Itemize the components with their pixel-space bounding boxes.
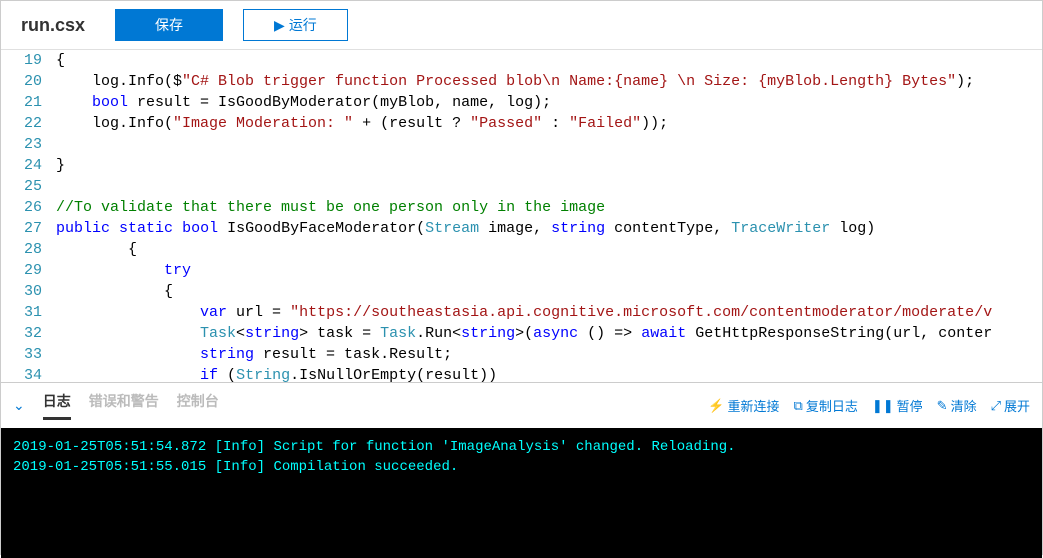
run-button-label: 运行	[289, 15, 317, 35]
tab-errors[interactable]: 错误和警告	[89, 391, 159, 420]
code-line[interactable]: log.Info("Image Moderation: " + (result …	[56, 113, 1042, 134]
code-line[interactable]: var url = "https://southeastasia.api.cog…	[56, 302, 1042, 323]
filename-label: run.csx	[21, 15, 85, 36]
line-number: 34	[1, 365, 42, 382]
line-number: 19	[1, 50, 42, 71]
code-line[interactable]: {	[56, 50, 1042, 71]
reconnect-action[interactable]: ⚡重新连接	[708, 396, 779, 415]
code-line[interactable]	[56, 134, 1042, 155]
line-number: 21	[1, 92, 42, 113]
line-number: 29	[1, 260, 42, 281]
code-editor[interactable]: 19202122232425262728293031323334 { log.I…	[1, 50, 1042, 382]
clear-icon: ✎	[937, 398, 948, 414]
code-line[interactable]: bool result = IsGoodByModerator(myBlob, …	[56, 92, 1042, 113]
tab-console[interactable]: 控制台	[177, 391, 219, 420]
code-line[interactable]: Task<string> task = Task.Run<string>(asy…	[56, 323, 1042, 344]
code-line[interactable]: //To validate that there must be one per…	[56, 197, 1042, 218]
chevron-down-icon[interactable]: ⌄	[13, 397, 25, 414]
bottom-panel: ⌄ 日志 错误和警告 控制台 ⚡重新连接 ⧉复制日志 ❚❚暂停 ✎清除 ⤢展开 …	[1, 382, 1042, 558]
line-number: 31	[1, 302, 42, 323]
expand-label: 展开	[1004, 396, 1030, 415]
clear-label: 清除	[951, 396, 977, 415]
clear-action[interactable]: ✎清除	[937, 396, 977, 415]
copy-logs-action[interactable]: ⧉复制日志	[794, 396, 858, 415]
code-line[interactable]: if (String.IsNullOrEmpty(result))	[56, 365, 1042, 382]
expand-action[interactable]: ⤢展开	[991, 396, 1030, 415]
panel-actions: ⚡重新连接 ⧉复制日志 ❚❚暂停 ✎清除 ⤢展开	[708, 396, 1030, 415]
line-number: 32	[1, 323, 42, 344]
code-line[interactable]: try	[56, 260, 1042, 281]
line-number: 27	[1, 218, 42, 239]
line-number: 30	[1, 281, 42, 302]
pause-action[interactable]: ❚❚暂停	[872, 396, 923, 415]
copy-label: 复制日志	[806, 396, 858, 415]
code-area[interactable]: { log.Info($"C# Blob trigger function Pr…	[56, 50, 1042, 382]
pause-label: 暂停	[897, 396, 923, 415]
editor-toolbar: run.csx 保存 ▶运行	[1, 1, 1042, 50]
run-button[interactable]: ▶运行	[243, 9, 348, 41]
line-number: 23	[1, 134, 42, 155]
panel-tabs: 日志 错误和警告 控制台	[43, 391, 219, 420]
play-icon: ▶	[274, 17, 285, 34]
code-line[interactable]: {	[56, 281, 1042, 302]
copy-icon: ⧉	[794, 398, 803, 414]
code-line[interactable]: public static bool IsGoodByFaceModerator…	[56, 218, 1042, 239]
line-number: 33	[1, 344, 42, 365]
pause-icon: ❚❚	[872, 398, 894, 414]
code-line[interactable]: {	[56, 239, 1042, 260]
expand-icon: ⤢	[991, 398, 1001, 414]
line-number: 25	[1, 176, 42, 197]
tab-logs[interactable]: 日志	[43, 391, 71, 420]
line-number: 22	[1, 113, 42, 134]
code-line[interactable]: }	[56, 155, 1042, 176]
code-line[interactable]	[56, 176, 1042, 197]
plug-icon: ⚡	[708, 398, 724, 414]
log-console[interactable]: 2019-01-25T05:51:54.872 [Info] Script fo…	[1, 428, 1042, 558]
save-button[interactable]: 保存	[115, 9, 223, 41]
reconnect-label: 重新连接	[728, 396, 780, 415]
line-number: 28	[1, 239, 42, 260]
line-number: 24	[1, 155, 42, 176]
line-number: 20	[1, 71, 42, 92]
line-number-gutter: 19202122232425262728293031323334	[1, 50, 56, 382]
line-number: 26	[1, 197, 42, 218]
panel-header: ⌄ 日志 错误和警告 控制台 ⚡重新连接 ⧉复制日志 ❚❚暂停 ✎清除 ⤢展开	[1, 383, 1042, 428]
code-line[interactable]: string result = task.Result;	[56, 344, 1042, 365]
code-line[interactable]: log.Info($"C# Blob trigger function Proc…	[56, 71, 1042, 92]
